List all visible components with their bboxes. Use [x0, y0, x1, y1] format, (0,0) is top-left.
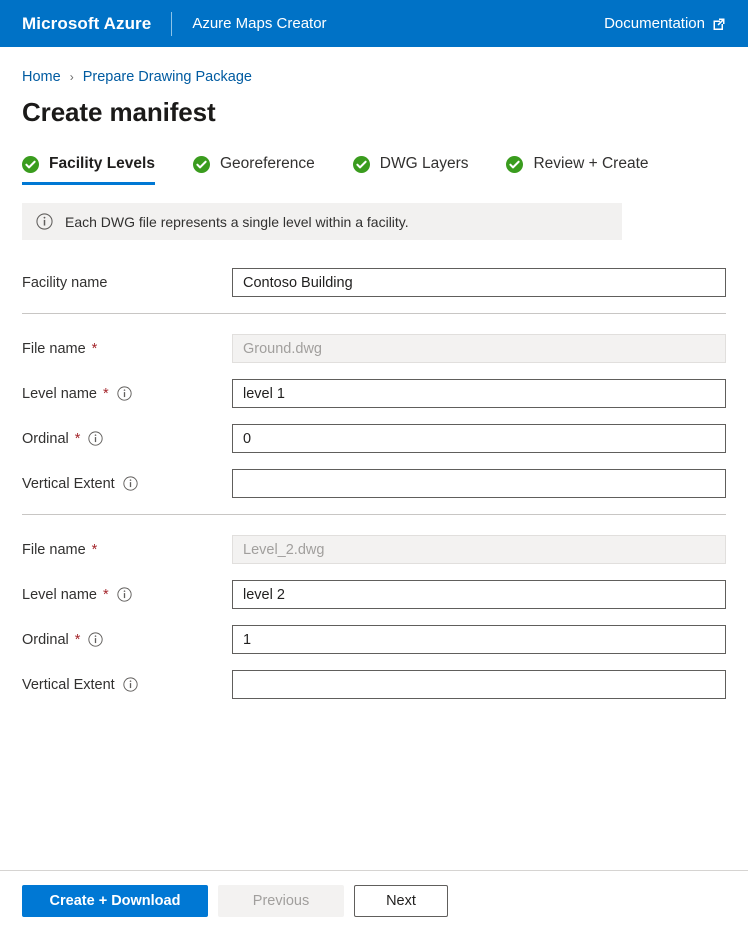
info-circle-icon[interactable]	[123, 677, 138, 692]
brand-logo-text[interactable]: Microsoft Azure	[22, 14, 151, 34]
vertical-extent-label-2: Vertical Extent	[22, 677, 232, 693]
tab-facility-levels[interactable]: Facility Levels	[22, 152, 173, 185]
facility-name-label: Facility name	[22, 275, 232, 291]
global-header: Microsoft Azure Azure Maps Creator Docum…	[0, 0, 748, 47]
check-circle-icon	[193, 156, 210, 173]
ordinal-input-2[interactable]	[232, 625, 726, 654]
field-row-file-name-2: File name *	[22, 535, 726, 564]
vertical-extent-input-2[interactable]	[232, 670, 726, 699]
file-name-input-2	[232, 535, 726, 564]
section-divider	[22, 514, 726, 515]
required-asterisk: *	[75, 632, 81, 648]
label-text: Level name	[22, 587, 97, 603]
header-divider	[171, 12, 172, 36]
app-name-label: Azure Maps Creator	[192, 15, 326, 32]
external-link-icon	[712, 17, 726, 31]
label-text: File name	[22, 542, 86, 558]
section-divider	[22, 313, 726, 314]
tab-label: Georeference	[220, 155, 315, 173]
field-row-facility-name: Facility name	[22, 268, 726, 297]
label-text: Ordinal	[22, 431, 69, 447]
required-asterisk: *	[92, 542, 98, 558]
label-text: Ordinal	[22, 632, 69, 648]
manifest-form: Facility name File name * Level name *	[22, 268, 726, 699]
info-circle-icon[interactable]	[88, 431, 103, 446]
field-row-level-name-2: Level name *	[22, 580, 726, 609]
tab-label: Facility Levels	[49, 155, 155, 173]
tab-dwg-layers[interactable]: DWG Layers	[353, 152, 487, 185]
field-row-level-name-1: Level name *	[22, 379, 726, 408]
level-name-input-1[interactable]	[232, 379, 726, 408]
info-circle-icon[interactable]	[117, 587, 132, 602]
field-row-ordinal-1: Ordinal *	[22, 424, 726, 453]
required-asterisk: *	[103, 587, 109, 603]
info-banner: Each DWG file represents a single level …	[22, 203, 622, 240]
label-text: Vertical Extent	[22, 677, 115, 693]
facility-name-input[interactable]	[232, 268, 726, 297]
tab-review-create[interactable]: Review + Create	[506, 152, 666, 185]
vertical-extent-input-1[interactable]	[232, 469, 726, 498]
file-name-label-1: File name *	[22, 341, 232, 357]
breadcrumb: Home › Prepare Drawing Package	[22, 69, 726, 85]
next-button[interactable]: Next	[354, 885, 448, 917]
file-name-input-1	[232, 334, 726, 363]
info-circle-icon	[36, 213, 53, 230]
breadcrumb-separator-icon: ›	[70, 70, 74, 84]
label-text: Level name	[22, 386, 97, 402]
label-text: File name	[22, 341, 86, 357]
ordinal-label-1: Ordinal *	[22, 431, 232, 447]
info-circle-icon[interactable]	[88, 632, 103, 647]
field-row-vertical-extent-2: Vertical Extent	[22, 670, 726, 699]
documentation-label: Documentation	[604, 15, 705, 32]
label-text: Vertical Extent	[22, 476, 115, 492]
level-name-label-1: Level name *	[22, 386, 232, 402]
file-name-label-2: File name *	[22, 542, 232, 558]
check-circle-icon	[353, 156, 370, 173]
tab-georeference[interactable]: Georeference	[193, 152, 333, 185]
documentation-link[interactable]: Documentation	[604, 15, 726, 32]
required-asterisk: *	[75, 431, 81, 447]
wizard-tabs: Facility Levels Georeference DWG Layers …	[22, 152, 726, 185]
previous-button: Previous	[218, 885, 344, 917]
footer-divider	[0, 870, 748, 871]
required-asterisk: *	[103, 386, 109, 402]
info-circle-icon[interactable]	[123, 476, 138, 491]
required-asterisk: *	[92, 341, 98, 357]
ordinal-label-2: Ordinal *	[22, 632, 232, 648]
level-name-label-2: Level name *	[22, 587, 232, 603]
page-title: Create manifest	[22, 97, 726, 128]
footer-actions: Create + Download Previous Next	[22, 885, 448, 917]
field-row-vertical-extent-1: Vertical Extent	[22, 469, 726, 498]
check-circle-icon	[506, 156, 523, 173]
field-row-file-name-1: File name *	[22, 334, 726, 363]
level-name-input-2[interactable]	[232, 580, 726, 609]
tab-label: DWG Layers	[380, 155, 469, 173]
create-download-button[interactable]: Create + Download	[22, 885, 208, 917]
label-text: Facility name	[22, 275, 107, 291]
ordinal-input-1[interactable]	[232, 424, 726, 453]
vertical-extent-label-1: Vertical Extent	[22, 476, 232, 492]
info-banner-text: Each DWG file represents a single level …	[65, 214, 409, 230]
tab-label: Review + Create	[533, 155, 648, 173]
check-circle-icon	[22, 156, 39, 173]
info-circle-icon[interactable]	[117, 386, 132, 401]
breadcrumb-item-home[interactable]: Home	[22, 69, 61, 85]
field-row-ordinal-2: Ordinal *	[22, 625, 726, 654]
breadcrumb-item-prepare-drawing-package[interactable]: Prepare Drawing Package	[83, 69, 252, 85]
